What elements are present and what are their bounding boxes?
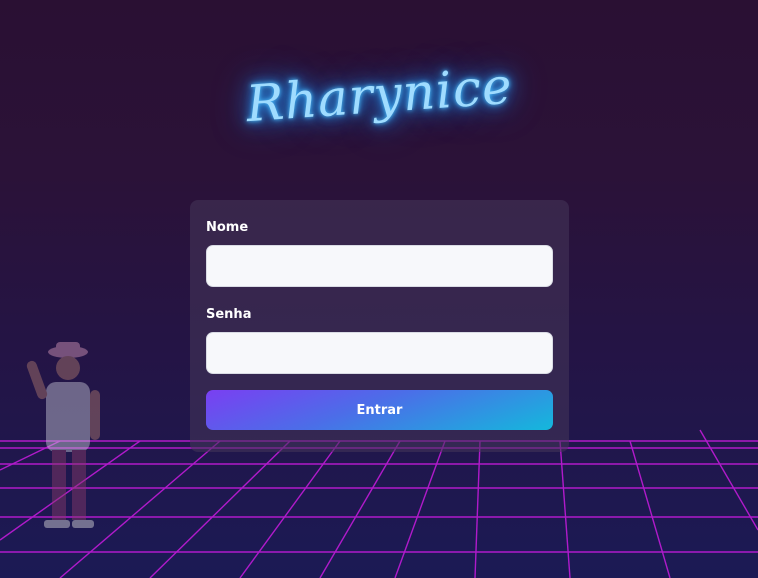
brand-logo-text: Rharynice xyxy=(244,56,514,134)
name-label: Nome xyxy=(206,220,249,235)
login-form: Nome Senha Entrar xyxy=(190,200,569,452)
brand-logo: Rharynice xyxy=(0,50,758,140)
password-input[interactable] xyxy=(206,332,553,374)
name-input[interactable] xyxy=(206,245,553,287)
password-group: Senha xyxy=(206,307,553,374)
person-photo xyxy=(26,342,100,528)
submit-button[interactable]: Entrar xyxy=(206,390,553,430)
password-label: Senha xyxy=(206,307,252,322)
